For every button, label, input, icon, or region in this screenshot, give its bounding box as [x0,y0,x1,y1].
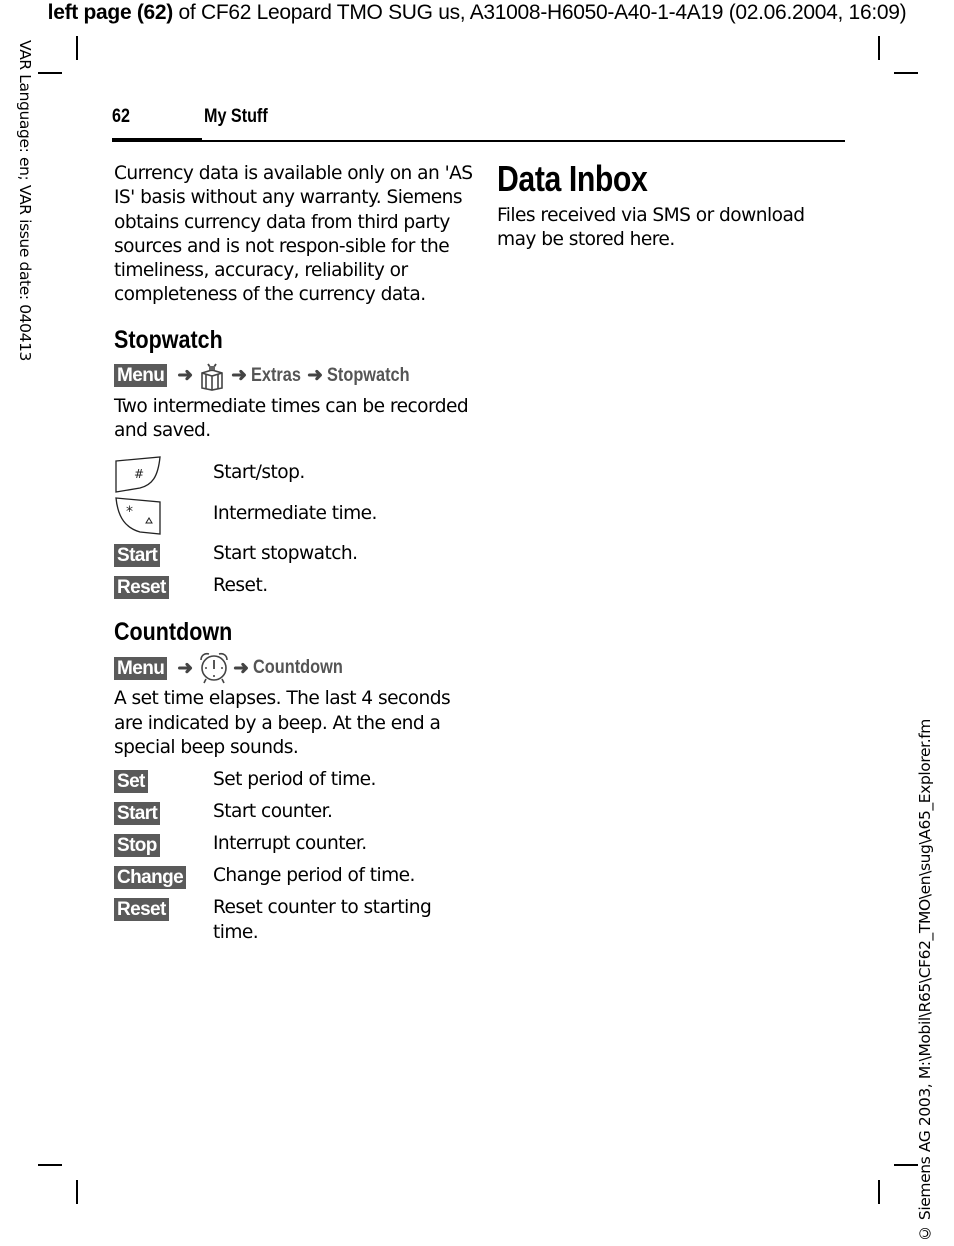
key-row: * Intermediate time. [114,496,474,540]
reset-softkey[interactable]: Reset [114,576,169,600]
data-inbox-text: Files received via SMS or download may b… [497,205,805,251]
header-rule [202,140,845,142]
star-key-icon[interactable]: * [114,496,162,536]
key-description: Start/stop. [213,462,305,484]
countdown-key-list: Set Set period of time. Start Start coun… [114,766,474,950]
key-description: Change period of time. [213,865,415,887]
change-softkey[interactable]: Change [114,866,187,890]
key-row: Set Set period of time. [114,766,474,798]
header-doc-info: of CF62 Leopard TMO SUG us, A31008-H6050… [173,1,907,24]
key-row: Change Change period of time. [114,862,474,894]
running-head: 62 My Stuff [112,106,845,142]
hash-symbol: # [134,467,144,481]
crop-mark [76,1180,78,1204]
key-row: # Start/stop. [114,453,474,496]
alarm-clock-icon [200,653,228,684]
header-page-label: left page (62) [47,1,174,24]
stopwatch-key-list: # Start/stop. * Intermediate time. Start… [114,453,474,604]
side-note-right: © Siemens AG 2003, M:\Mobil\R65\CF62_TMO… [916,666,940,1246]
set-softkey[interactable]: Set [114,770,148,794]
key-description: Interrupt counter. [213,833,367,855]
arrow-right-icon: ➜ [177,365,194,387]
key-description: Intermediate time. [213,503,377,525]
crop-mark [76,36,78,60]
header-rule-thick [112,138,202,142]
path-step-stopwatch[interactable]: Stopwatch [327,365,410,387]
key-description: Reset counter to starting time. [213,897,432,943]
key-row: Start Start stopwatch. [114,540,474,572]
file-path-note: © Siemens AG 2003, M:\Mobil\R65\CF62_TMO… [916,718,934,1242]
stopwatch-menu-path: Menu ➜ ➜ Extras ➜ Stopwatch [114,361,474,391]
star-symbol: * [126,504,133,520]
crop-mark [38,1164,62,1166]
start-softkey[interactable]: Start [114,544,161,568]
var-language-note: VAR Language: en; VAR issue date: 040413 [16,40,34,361]
crop-mark [894,72,918,74]
crop-mark [894,1164,918,1166]
stopwatch-description: Two intermediate times can be recorded a… [114,395,469,442]
countdown-description: A set time elapses. The last 4 seconds a… [114,688,451,758]
key-row: Reset Reset. [114,572,474,604]
countdown-heading: Countdown [114,618,233,647]
left-column: Currency data is available only on an 'A… [114,162,474,950]
arrow-right-icon: ➜ [233,657,250,679]
section-title: My Stuff [204,106,268,127]
page-number: 62 [112,106,130,127]
gift-icon [201,363,223,391]
stopwatch-heading: Stopwatch [114,325,223,354]
key-row: Start Start counter. [114,798,474,830]
key-description: Reset. [213,575,268,597]
document-header: left page (62) of CF62 Leopard TMO SUG u… [0,0,954,26]
key-row: Stop Interrupt counter. [114,830,474,862]
path-step-extras[interactable]: Extras [251,365,301,387]
reset-softkey[interactable]: Reset [114,898,169,922]
arrow-right-icon: ➜ [231,365,248,387]
menu-softkey[interactable]: Menu [114,364,168,388]
crop-mark [878,36,880,60]
key-description: Start stopwatch. [213,543,358,565]
right-column: Data Inbox Files received via SMS or dow… [497,158,847,253]
path-step-countdown[interactable]: Countdown [253,657,343,679]
currency-disclaimer: Currency data is available only on an 'A… [114,163,473,306]
side-note-left: VAR Language: en; VAR issue date: 040413 [16,40,40,400]
crop-mark [38,72,62,74]
menu-softkey[interactable]: Menu [114,656,168,680]
key-description: Set period of time. [213,769,376,791]
hash-key-icon[interactable]: # [114,455,162,495]
arrow-right-icon: ➜ [307,365,324,387]
data-inbox-heading: Data Inbox [497,158,648,199]
arrow-right-icon: ➜ [177,657,194,679]
start-softkey[interactable]: Start [114,802,161,826]
crop-mark [878,1180,880,1204]
key-description: Start counter. [213,801,333,823]
countdown-menu-path: Menu ➜ ➜ Countdown [114,653,474,684]
stop-softkey[interactable]: Stop [114,834,160,858]
key-row: Reset Reset counter to starting time. [114,894,474,950]
